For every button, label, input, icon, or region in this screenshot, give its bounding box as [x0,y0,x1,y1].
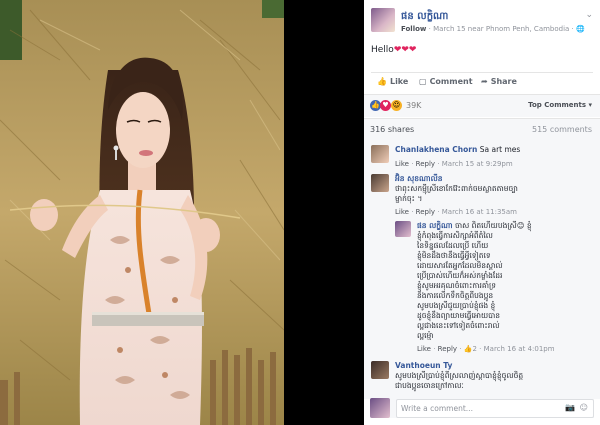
comment-text: ខ្ញុំសូមអរគុណចំពោះការគាំទ្រ [417,281,496,290]
comment-text: ដូចខ្ញុំនឹងព្យាយាមធ្វើអោយបាន [417,311,501,320]
comment-time[interactable]: March 16 at 4:01pm [484,345,555,353]
comment-time[interactable]: March 15 at 9:29pm [442,160,513,168]
comment-text: ខ្ញុំកំពុងធ្វើការសិក្សាអំពីតំលៃ [417,231,493,240]
comment-input[interactable]: Write a comment... 📷 ☺ [396,399,594,418]
comment-body: អ៊ិន សុខណាលីន ថាពុះសកម្ម៉ីស្រីខោកែវ៊េះពា… [395,174,593,204]
reply-item: ផន លក្ខិណា ចាស ពិតហើយបងស្រី😊 ខ្ញុំ ខ្ញុំ… [395,221,595,356]
post-details-panel: ផន លក្ខិណា Follow · March 15 near Phnom … [364,0,600,425]
post-actions: 👍 Like ▢ Comment ➦ Share [371,72,593,91]
comment-text: ថាពុះសកម្ម៉ីស្រីខោកែវ៊េះពាក់ចមស្លាតតាមច្… [395,184,518,193]
comment-button[interactable]: ▢ Comment [419,77,473,86]
comment-text: ល្អជាងនេះទៅទៀតចំពោះរាល់ [417,321,500,330]
comment-item: Chanlakhena Chorn Sa art mes Like · Repl… [371,145,595,173]
comment-icon: ▢ [419,77,427,86]
comment-text: ម្ជាក់ចុះ ។ [395,194,423,203]
comment-author[interactable]: Chanlakhena Chorn [395,145,477,154]
comment-text: ខ្ញុំមិនដឹងថានឹងធ្វើអ្វីទៀតទេ [417,251,491,260]
comment-text: Sa art mes [479,145,521,154]
post-header: ផន លក្ខិណា Follow · March 15 near Phnom … [371,8,593,38]
comment-input-placeholder: Write a comment... [401,404,473,413]
comment-time[interactable]: March 16 at 11:35am [442,208,517,216]
camera-icon[interactable]: 📷 [565,403,575,412]
top-comments-dropdown[interactable]: Top Comments ▾ [528,101,592,109]
stats-bar: 316 shares 515 comments [364,118,600,142]
post-date-location[interactable]: · March 15 near Phnom Penh, Cambodia · [429,25,574,33]
comment-text: សូមបងស្រីជួយប្រាប់ខ្ញុំផង ខ្ញុំ [417,301,496,310]
write-comment-area: Write a comment... 📷 ☺ [370,398,594,418]
shares-count[interactable]: 316 shares [370,125,414,134]
avatar[interactable] [395,221,411,237]
avatar[interactable] [370,398,390,418]
comment-text: ចាស ពិតហើយបងស្រី😊 ខ្ញុំ [454,221,532,230]
author-avatar[interactable] [371,8,395,32]
comments-list: Chanlakhena Chorn Sa art mes Like · Repl… [364,141,600,399]
avatar[interactable] [371,145,389,163]
comment-author[interactable]: ផន លក្ខិណា [417,221,453,230]
comment-text: សូមបងស្រីប្រាប់ខ្ញុំពីស្រលាញ់ស្តាបាខ្ញុំ… [395,371,524,380]
share-icon: ➦ [481,77,488,86]
like-count[interactable]: 2 [472,345,476,353]
comment-links: Like · Reply · March 16 at 11:35am [395,208,517,216]
emoji-icon[interactable]: ☺ [580,403,588,412]
heart-emoji: ❤❤❤ [393,45,417,55]
like-button[interactable]: 👍 Like [377,77,408,86]
share-button[interactable]: ➦ Share [481,77,517,86]
comment-text: ប្រើប្រាស់ហើយក៏អស់កម្លាំងដែរ [417,271,503,280]
globe-icon: 🌐 [576,25,585,33]
photo-viewer-background [284,0,364,425]
comment-text: ជាបងប្អូនចោនក្រៅកាលៈ [395,381,464,390]
author-name[interactable]: ផន លក្ខិណា [401,9,448,24]
avatar[interactable] [371,361,389,379]
comment-body: Vanthoeun Ty សូមបងស្រីប្រាប់ខ្ញុំពីស្រលា… [395,361,593,391]
post-text: Hello❤❤❤ [371,45,416,55]
comment-reply-link[interactable]: Reply [438,345,457,353]
thumbs-up-icon: 👍 [377,77,387,86]
comment-body: ផន លក្ខិណា ចាស ពិតហើយបងស្រី😊 ខ្ញុំ ខ្ញុំ… [417,221,593,341]
comment-reply-link[interactable]: Reply [416,160,435,168]
comment-like-link[interactable]: Like [417,345,431,353]
comments-count[interactable]: 515 comments [532,125,592,134]
comment-author[interactable]: Vanthoeun Ty [395,361,452,370]
comment-text: ល្អម្ម៉ោ [417,331,434,340]
post-text-hello: Hello [371,45,394,55]
comment-item: Vanthoeun Ty សូមបងស្រីប្រាប់ខ្ញុំពីស្រលា… [371,361,595,397]
comment-text: និងការលើកទឹកចិត្តពីបងប្អូន [417,291,494,300]
reaction-count[interactable]: 39K [406,101,421,110]
like-label: Like [389,77,409,86]
post-meta: Follow · March 15 near Phnom Penh, Cambo… [401,25,585,33]
comment-links: Like · Reply · March 15 at 9:29pm [395,160,513,168]
comment-label: Comment [429,77,473,86]
comment-links: Like · Reply · 👍2 · March 16 at 4:01pm [417,345,555,353]
comment-item: អ៊ិន សុខណាលីន ថាពុះសកម្ម៉ីស្រីខោកែវ៊េះពា… [371,174,595,218]
share-label: Share [490,77,517,86]
comment-reply-link[interactable]: Reply [416,208,435,216]
love-reaction-icon[interactable]: ♥ [380,100,391,111]
post-photo[interactable] [0,0,284,425]
comment-author[interactable]: អ៊ិន សុខណាលីន [395,174,442,183]
comment-like-link[interactable]: Like [395,208,409,216]
chevron-down-icon[interactable]: ⌄ [585,10,593,20]
reactions-bar: 👍 ♥ ☺ 39K Top Comments ▾ [364,94,600,117]
comment-body: Chanlakhena Chorn Sa art mes [395,145,520,155]
comment-like-link[interactable]: Like [395,160,409,168]
wow-reaction-icon[interactable]: ☺ [391,100,402,111]
avatar[interactable] [371,174,389,192]
comment-text: ដោយសារតែអ្នកដែលមិនស្គាល់ [417,261,503,270]
follow-link[interactable]: Follow [401,25,426,33]
comment-text: នៃទិន្នផលដែលប្រើ ហើយ [417,241,489,250]
